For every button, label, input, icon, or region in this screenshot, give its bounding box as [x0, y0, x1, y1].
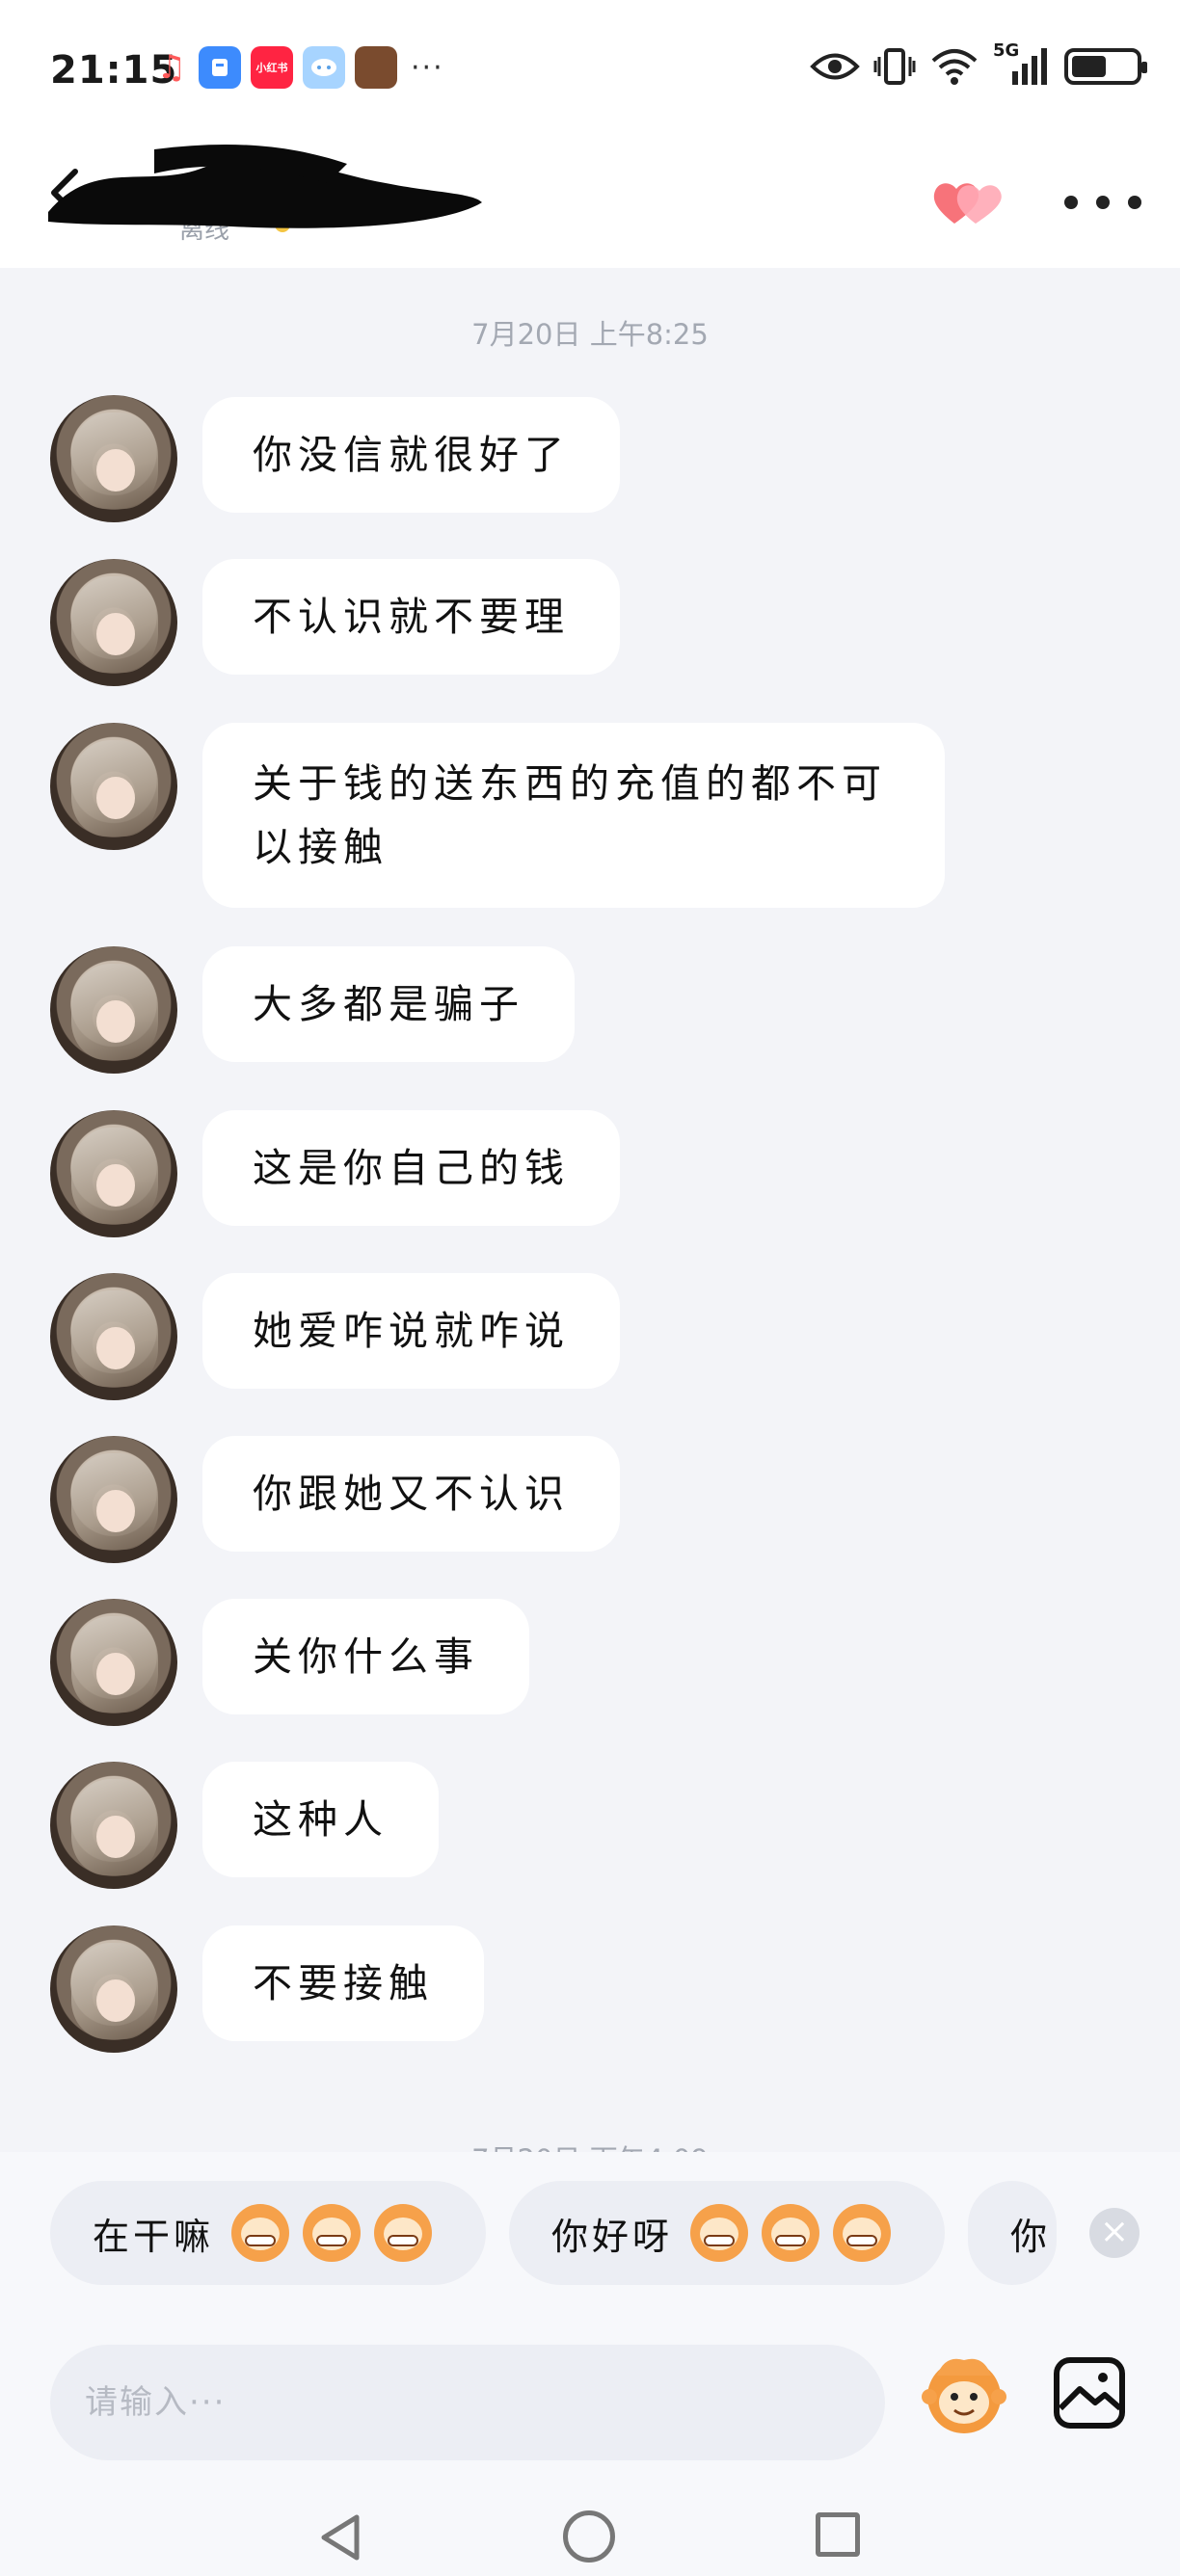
message-bubble[interactable]: 这种人: [202, 1762, 439, 1877]
wifi-icon: [931, 49, 978, 85]
contact-avatar[interactable]: [50, 395, 177, 522]
shield-app-icon: [199, 46, 241, 89]
message-row: 你没信就很好了: [50, 395, 620, 522]
battery-level: [1072, 56, 1106, 77]
cellular-signal-icon: 5G: [993, 40, 1051, 87]
message-row: 关你什么事: [50, 1599, 529, 1726]
quick-reply-chip[interactable]: 你好呀: [509, 2181, 945, 2285]
monkey-emoji-icon: [303, 2204, 362, 2262]
message-bubble[interactable]: 关于钱的送东西的充值的都不可以接触: [202, 723, 945, 908]
battery-icon: [1064, 48, 1147, 85]
system-nav-bar: [0, 2470, 1180, 2576]
message-bubble[interactable]: 这是你自己的钱: [202, 1110, 620, 1226]
music-app-icon: ♫: [156, 48, 187, 87]
monkey-emoji-icon: [690, 2204, 749, 2262]
contact-avatar[interactable]: [50, 1273, 177, 1400]
message-bubble[interactable]: 大多都是骗子: [202, 946, 575, 1062]
xiaohongshu-app-icon: 小红书: [251, 46, 293, 89]
contact-avatar[interactable]: [50, 1925, 177, 2053]
message-row: 这种人: [50, 1762, 439, 1889]
nav-recent-apps-icon[interactable]: [816, 2512, 860, 2557]
quick-reply-label: 你好呀: [551, 2215, 674, 2258]
close-icon[interactable]: ×: [1089, 2208, 1140, 2258]
quick-reply-label: 在干嘛: [93, 2215, 215, 2258]
chat-app-icon: [303, 46, 345, 89]
status-indicators: 5G: [810, 40, 1147, 87]
message-row: 她爱咋说就咋说: [50, 1273, 620, 1400]
contact-avatar[interactable]: [50, 946, 177, 1074]
message-bubble[interactable]: 不认识就不要理: [202, 559, 620, 675]
message-input[interactable]: [50, 2345, 885, 2460]
message-bubble[interactable]: 她爱咋说就咋说: [202, 1273, 620, 1389]
message-bubble[interactable]: 你跟她又不认识: [202, 1436, 620, 1552]
monkey-emoji-icon: [833, 2204, 892, 2262]
status-more: ···: [411, 50, 444, 85]
chat-screen: 21:15 ♫ 小红书 ··· 5G 离线 7月20日 上午8:25 你没信就很…: [0, 0, 1180, 2576]
message-row: 关于钱的送东西的充值的都不可以接触: [50, 723, 945, 908]
eye-icon: [810, 53, 860, 80]
message-list: 7月20日 上午8:25 你没信就很好了 不认识就不要理 关于钱的送东西的充值的…: [0, 268, 1180, 2152]
quick-reply-bar: 在干嘛 你好呀 你 ×: [0, 2152, 1180, 2345]
monkey-emoji-icon: [231, 2204, 290, 2262]
chat-timestamp: 7月20日 上午8:25: [471, 318, 709, 351]
redaction-scribble: [48, 145, 482, 228]
chat-timestamp: 7月20日 下午4:09: [0, 2138, 1180, 2152]
status-app-icons: ♫ 小红书 ···: [154, 46, 444, 89]
message-row: 你跟她又不认识: [50, 1436, 620, 1563]
more-options-icon[interactable]: [1064, 183, 1141, 222]
sticker-icon[interactable]: [918, 2347, 1010, 2439]
vibrate-icon: [873, 48, 916, 85]
contact-avatar[interactable]: [50, 723, 177, 850]
contact-avatar[interactable]: [50, 1599, 177, 1726]
nav-back-icon[interactable]: [318, 2513, 366, 2562]
image-icon[interactable]: [1051, 2354, 1128, 2431]
contact-avatar[interactable]: [50, 1762, 177, 1889]
heart-icon[interactable]: [929, 175, 1006, 229]
quick-reply-chip[interactable]: 你: [968, 2181, 1057, 2285]
monkey-emoji-icon: [374, 2204, 433, 2262]
message-bubble[interactable]: 你没信就很好了: [202, 397, 620, 513]
message-row: 大多都是骗子: [50, 946, 575, 1074]
monkey-emoji-icon: [762, 2204, 820, 2262]
contact-avatar[interactable]: [50, 1110, 177, 1237]
message-row: 不认识就不要理: [50, 559, 620, 686]
quick-reply-label: 你: [1010, 2215, 1052, 2258]
chat-header: 离线: [0, 135, 1180, 268]
message-row: 不要接触: [50, 1925, 484, 2053]
message-row: 这是你自己的钱: [50, 1110, 620, 1237]
status-bar: 21:15 ♫ 小红书 ··· 5G: [0, 0, 1180, 135]
nav-home-icon[interactable]: [563, 2510, 615, 2563]
input-bar: [0, 2345, 1180, 2470]
contact-avatar[interactable]: [50, 559, 177, 686]
game-app-icon: [355, 46, 397, 89]
message-bubble[interactable]: 关你什么事: [202, 1599, 529, 1714]
quick-reply-chip[interactable]: 在干嘛: [50, 2181, 486, 2285]
contact-avatar[interactable]: [50, 1436, 177, 1563]
message-bubble[interactable]: 不要接触: [202, 1925, 484, 2041]
